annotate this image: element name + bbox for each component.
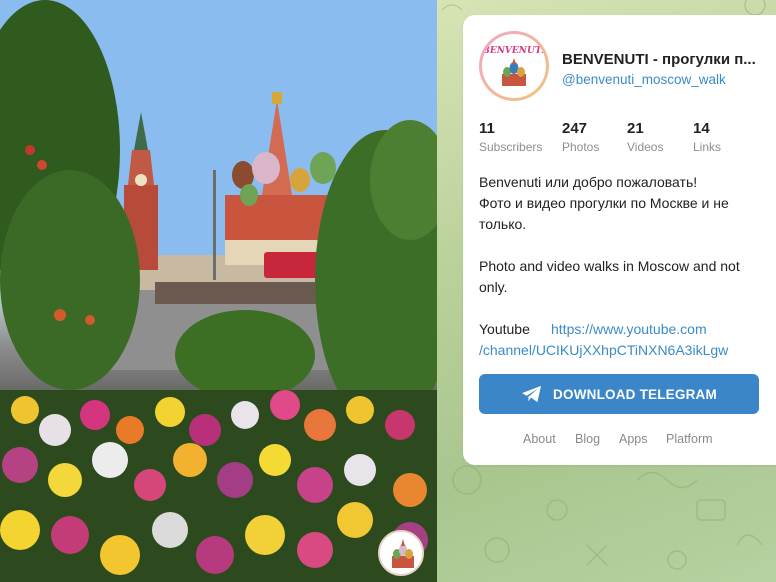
stat-links[interactable]: 14 Links [693, 120, 721, 154]
footer-link-blog[interactable]: Blog [575, 432, 600, 446]
cathedral-icon [392, 539, 414, 568]
telegram-plane-icon [522, 385, 542, 403]
avatar-logo-text: BENVENUTI [482, 46, 546, 56]
download-telegram-button[interactable]: DOWNLOAD TELEGRAM [479, 374, 759, 414]
watermark-logo [378, 530, 424, 576]
description-line: only. [479, 279, 508, 295]
channel-stats: 11 Subscribers 247 Photos 21 Videos 14 L… [479, 120, 769, 160]
stat-videos[interactable]: 21 Videos [627, 120, 663, 154]
channel-description: Benvenuti или добро пожаловать! Фото и в… [479, 172, 764, 361]
description-line: Фото и видео прогулки по Москве и не [479, 195, 729, 211]
footer-links: About Blog Apps Platform [463, 432, 776, 450]
stat-subscribers: 11 Subscribers [479, 120, 542, 154]
youtube-label: Youtube [479, 321, 530, 337]
stat-photos[interactable]: 247 Photos [562, 120, 599, 154]
description-line: Benvenuti или добро пожаловать! [479, 174, 698, 190]
avatar-inner: BENVENUTI [482, 34, 546, 98]
stat-value: 21 [627, 120, 644, 137]
cathedral-photo-illustration [0, 0, 437, 582]
stat-value: 14 [693, 120, 710, 137]
stat-value: 11 [479, 120, 495, 137]
stat-label: Photos [562, 140, 600, 154]
youtube-link-continued[interactable]: /channel/UCIKUjXXhpCTiNXN6A3ikLgw [479, 342, 728, 358]
stat-label: Videos [627, 140, 664, 154]
stat-label: Links [693, 140, 722, 154]
footer-link-platform[interactable]: Platform [666, 432, 713, 446]
footer-link-about[interactable]: About [523, 432, 556, 446]
youtube-link[interactable]: https://www.youtube.com [551, 321, 707, 337]
download-button-label: DOWNLOAD TELEGRAM [553, 386, 717, 402]
footer-link-apps[interactable]: Apps [619, 432, 648, 446]
stat-value: 247 [562, 120, 588, 137]
channel-card: BENVENUTI BENVENUTI - прогулки п... @ben… [463, 15, 776, 465]
channel-name: BENVENUTI - прогулки п... [562, 51, 756, 68]
cathedral-icon [502, 58, 526, 86]
channel-photo [0, 0, 437, 582]
channel-handle[interactable]: @benvenuti_moscow_walk [562, 72, 726, 87]
stat-label: Subscribers [479, 140, 543, 154]
description-line: только. [479, 216, 527, 232]
channel-avatar[interactable]: BENVENUTI [479, 31, 549, 101]
description-line: Photo and video walks in Moscow and not [479, 258, 740, 274]
